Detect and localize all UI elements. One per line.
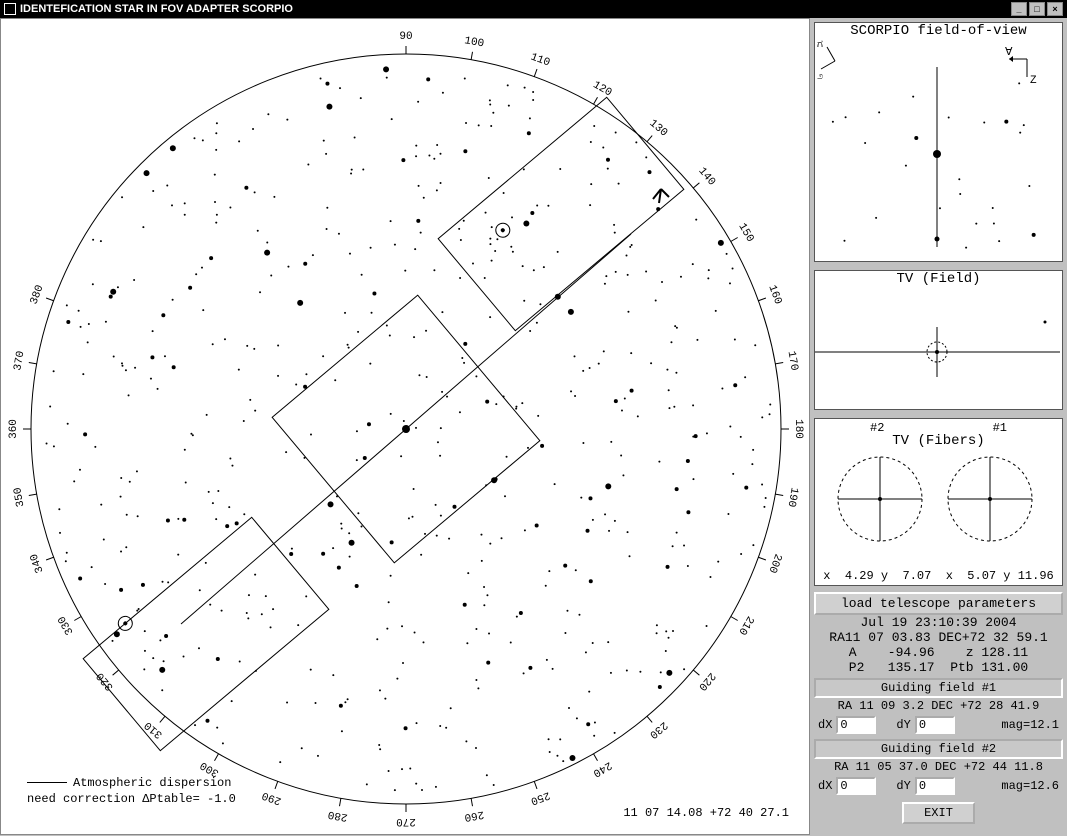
svg-text:200: 200 <box>765 552 783 575</box>
legend: Atmospheric dispersion need correction Δ… <box>27 776 236 806</box>
guide1-dx-input[interactable] <box>836 716 876 734</box>
svg-text:320: 320 <box>95 670 117 693</box>
guide2-header: Guiding field #2 <box>814 739 1063 759</box>
fiber1-label: #1 <box>993 421 1007 435</box>
sky-chart-pane[interactable]: 90 100 110 120 130 140 150 160 170 180 190 200 210 22… <box>0 18 810 835</box>
center-coords-text: 11 07 14.08 +72 40 27.1 <box>623 806 789 820</box>
svg-text:290: 290 <box>261 788 284 806</box>
svg-text:180: 180 <box>792 419 804 439</box>
svg-text:280: 280 <box>327 808 349 823</box>
tv-fibers-title: TV (Fibers) <box>815 433 1062 449</box>
svg-text:110: 110 <box>529 52 552 70</box>
fiber-coords-text: x 4.29 y 7.07 x 5.07 y 11.96 <box>815 569 1062 583</box>
svg-text:310: 310 <box>143 718 166 740</box>
radec-text: RA11 07 03.83 DEC+72 32 59.1 <box>814 630 1063 645</box>
guide2-dx-input[interactable] <box>836 777 876 795</box>
guide1-radec: RA 11 09 3.2 DEC +72 28 41.9 <box>814 698 1063 714</box>
tv-field-title: TV (Field) <box>815 271 1062 287</box>
load-telescope-button[interactable]: load telescope parameters <box>814 592 1063 615</box>
fiber2-label: #2 <box>870 421 884 435</box>
az-text: A -94.96 z 128.11 <box>814 645 1063 660</box>
tv-field-panel: TV (Field) <box>814 270 1063 410</box>
guide1-dy-input[interactable] <box>915 716 955 734</box>
svg-text:100: 100 <box>463 35 485 50</box>
maximize-button[interactable]: □ <box>1029 2 1045 16</box>
minimize-button[interactable]: _ <box>1011 2 1027 16</box>
guide2-radec: RA 11 05 37.0 DEC +72 44 11.8 <box>814 759 1063 775</box>
svg-text:250: 250 <box>529 788 552 806</box>
guide2-dx-label: dX <box>818 779 832 793</box>
svg-text:೨: ೨ <box>817 71 823 83</box>
fov-title: SCORPIO field-of-view <box>815 23 1062 39</box>
guide1-header: Guiding field #1 <box>814 678 1063 698</box>
svg-text:230: 230 <box>647 718 670 740</box>
window-title: IDENTEFICATION STAR IN FOV ADAPTER SCORP… <box>20 3 293 15</box>
svg-text:210: 210 <box>735 613 755 636</box>
svg-text:130: 130 <box>647 118 670 140</box>
guide2-mag-text: mag=12.6 <box>1001 779 1059 793</box>
guide1-dy-label: dY <box>896 718 910 732</box>
svg-text:330: 330 <box>56 613 76 636</box>
svg-text:380: 380 <box>29 284 47 307</box>
tv-fibers-svg <box>815 449 1060 559</box>
svg-text:350: 350 <box>12 486 27 508</box>
svg-text:90: 90 <box>399 31 412 43</box>
svg-text:190: 190 <box>785 486 800 508</box>
tv-field-svg <box>815 287 1060 405</box>
guide2-dy-input[interactable] <box>915 777 955 795</box>
guide1-mag-text: mag=12.1 <box>1001 718 1059 732</box>
svg-text:360: 360 <box>8 419 20 439</box>
svg-text:160: 160 <box>765 284 783 307</box>
svg-text:340: 340 <box>29 552 47 575</box>
svg-text:∀: ∀ <box>1005 46 1013 59</box>
svg-text:150: 150 <box>735 221 755 244</box>
svg-text:220: 220 <box>695 670 717 693</box>
svg-text:170: 170 <box>785 350 800 372</box>
close-button[interactable]: × <box>1047 2 1063 16</box>
svg-text:260: 260 <box>463 808 485 823</box>
svg-text:ಗ: ಗ <box>817 39 823 51</box>
sky-chart-svg: 90 100 110 120 130 140 150 160 170 180 190 200 210 22… <box>1 19 811 836</box>
legend-correction-text: need correction ΔPtable= -1.0 <box>27 792 236 806</box>
app-icon <box>4 3 16 15</box>
svg-text:120: 120 <box>590 79 613 99</box>
datetime-text: Jul 19 23:10:39 2004 <box>814 615 1063 630</box>
title-bar: IDENTEFICATION STAR IN FOV ADAPTER SCORP… <box>0 0 1067 18</box>
svg-text:240: 240 <box>590 758 613 778</box>
exit-button[interactable]: EXIT <box>902 802 975 824</box>
tv-fibers-panel: #2 #1 TV (Fibers) x 4.29 y 7.07 x 5.07 y <box>814 418 1063 586</box>
svg-text:270: 270 <box>396 815 416 827</box>
svg-text:140: 140 <box>695 166 717 189</box>
fov-svg: ಗ ೨ ∀ Z <box>815 39 1060 257</box>
guide2-dy-label: dY <box>896 779 910 793</box>
p2-text: P2 135.17 Ptb 131.00 <box>814 660 1063 675</box>
svg-text:370: 370 <box>12 350 27 372</box>
guide1-dx-label: dX <box>818 718 832 732</box>
fov-panel: SCORPIO field-of-view ಗ ೨ ∀ Z <box>814 22 1063 262</box>
svg-text:Z: Z <box>1030 75 1037 87</box>
legend-ad-text: Atmospheric dispersion <box>73 776 231 790</box>
